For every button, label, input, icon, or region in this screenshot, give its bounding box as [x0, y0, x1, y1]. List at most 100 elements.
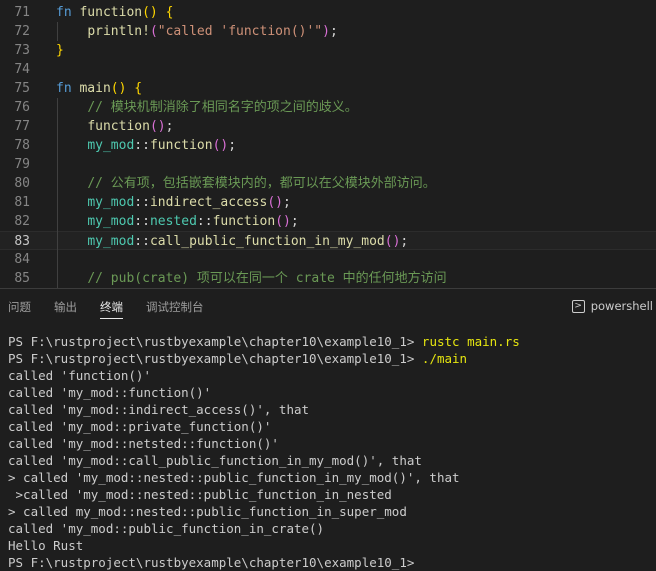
code-line[interactable]: 74: [0, 60, 656, 79]
code-token: ;: [400, 234, 409, 249]
code-line[interactable]: 80 // 公有项，包括嵌套模块内的，都可以在父模块外部访问。: [0, 174, 656, 193]
terminal-command: rustc main.rs: [421, 334, 520, 349]
tab-terminal[interactable]: 终端: [100, 299, 123, 319]
terminal-output-line: > called my_mod::nested::public_function…: [8, 504, 407, 519]
line-number: 73: [14, 43, 30, 58]
terminal-prompt: PS F:\rustproject\rustbyexample\chapter1…: [8, 334, 422, 349]
code-line[interactable]: 71 fn function() {: [0, 3, 656, 22]
terminal-output-line: called 'my_mod::call_public_function_in_…: [8, 453, 422, 468]
code-text: fn main() {: [56, 79, 142, 98]
code-token: function: [79, 5, 143, 20]
code-line[interactable]: 78 my_mod::function();: [0, 136, 656, 155]
code-token: () {: [110, 81, 143, 96]
terminal-output-line: >called 'my_mod::nested::public_function…: [8, 487, 392, 502]
line-number: 76: [14, 100, 30, 115]
line-number: 85: [14, 271, 30, 286]
panel-tabs: 问题 输出 终端 调试控制台 > powershell: [0, 289, 656, 325]
code-text: function();: [56, 117, 173, 136]
tab-problems[interactable]: 问题: [8, 299, 31, 315]
code-token: ): [322, 24, 330, 39]
code-token: function: [149, 138, 213, 153]
code-line[interactable]: 82 my_mod::nested::function();: [0, 212, 656, 231]
line-number: 74: [14, 62, 30, 77]
code-token: ;: [329, 24, 338, 39]
code-token: (): [149, 119, 166, 134]
code-token: "called 'function()'": [157, 24, 323, 39]
code-token: }: [56, 43, 64, 58]
code-token: // pub(crate) 项可以在同一个 crate 中的任何地方访问: [87, 271, 447, 286]
code-line[interactable]: 73}: [0, 41, 656, 60]
code-token: ;: [228, 138, 237, 153]
line-number: 79: [14, 157, 30, 172]
code-token: ::: [134, 195, 150, 210]
code-token: () {: [142, 5, 174, 20]
code-editor[interactable]: 71 fn function() {72 println!("called 'fu…: [0, 0, 656, 288]
code-text: my_mod::function();: [56, 136, 236, 155]
code-text: my_mod::call_public_function_in_my_mod()…: [56, 232, 408, 251]
code-token: println!: [87, 24, 150, 39]
code-text: // pub(crate) 项可以在同一个 crate 中的任何地方访问: [56, 269, 447, 288]
line-number: 80: [14, 176, 30, 191]
line-number: 81: [14, 195, 30, 210]
terminal-prompt-line: PS F:\rustproject\rustbyexample\chapter1…: [8, 350, 656, 367]
code-text: // 模块机制消除了相同名字的项之间的歧义。: [56, 98, 358, 117]
code-token: ;: [165, 119, 174, 134]
code-token: ;: [283, 195, 291, 210]
code-line[interactable]: 81 my_mod::indirect_access();: [0, 193, 656, 212]
code-line[interactable]: 84: [0, 250, 656, 269]
shell-label: powershell: [590, 299, 653, 313]
code-line[interactable]: 85 // pub(crate) 项可以在同一个 crate 中的任何地方访问: [0, 269, 656, 288]
code-line[interactable]: 77 function();: [0, 117, 656, 136]
code-token: ::: [134, 138, 150, 153]
code-token: fn: [56, 5, 80, 20]
code-token: fn: [56, 81, 80, 96]
line-number: 82: [14, 214, 30, 229]
code-text: }: [56, 41, 64, 60]
tab-debug-console[interactable]: 调试控制台: [146, 299, 204, 315]
terminal-output[interactable]: PS F:\rustproject\rustbyexample\chapter1…: [8, 333, 656, 571]
line-number: 75: [14, 81, 30, 96]
code-line[interactable]: 76 // 模块机制消除了相同名字的项之间的歧义。: [0, 98, 656, 117]
terminal-output-line: called 'my_mod::netsted::function()': [8, 436, 279, 451]
code-token: nested: [149, 214, 197, 229]
tab-output[interactable]: 输出: [54, 299, 77, 315]
terminal-prompt-line: PS F:\rustproject\rustbyexample\chapter1…: [8, 554, 656, 571]
terminal-prompt-line: PS F:\rustproject\rustbyexample\chapter1…: [8, 333, 656, 350]
code-text: println!("called 'function()'");: [56, 22, 338, 41]
terminal-prompt: PS F:\rustproject\rustbyexample\chapter1…: [8, 555, 422, 570]
terminal-icon: >: [571, 299, 585, 313]
terminal-command: ./main: [421, 351, 468, 366]
terminal-prompt: PS F:\rustproject\rustbyexample\chapter1…: [8, 351, 422, 366]
code-text: my_mod::nested::function();: [56, 212, 299, 231]
code-token: ;: [290, 214, 299, 229]
code-token: main: [79, 81, 111, 96]
bottom-panel: 问题 输出 终端 调试控制台 > powershell PS F:\rustpr…: [0, 288, 656, 570]
terminal-shell-selector[interactable]: > powershell: [571, 297, 653, 315]
code-token: (: [149, 24, 158, 39]
code-token: function: [212, 214, 276, 229]
code-token: function: [87, 119, 150, 134]
code-text: fn function() {: [56, 3, 173, 22]
terminal-output-line: called 'my_mod::function()': [8, 385, 212, 400]
code-text: my_mod::indirect_access();: [56, 193, 291, 212]
code-token: ::: [196, 214, 213, 229]
code-token: my_mod: [87, 234, 135, 249]
code-token: call_public_function_in_my_mod: [149, 234, 385, 249]
code-line[interactable]: 83 my_mod::call_public_function_in_my_mo…: [0, 231, 656, 250]
code-line[interactable]: 79: [0, 155, 656, 174]
terminal-output-line: called 'my_mod::public_function_in_crate…: [8, 521, 325, 536]
code-line[interactable]: 72 println!("called 'function()'");: [0, 22, 656, 41]
indent-guide: [57, 98, 58, 288]
code-token: // 模块机制消除了相同名字的项之间的歧义。: [87, 100, 358, 115]
terminal-output-line: Hello Rust: [8, 538, 84, 553]
code-token: my_mod: [87, 214, 135, 229]
line-number: 78: [14, 138, 30, 153]
terminal-output-line: called 'function()': [8, 368, 151, 383]
code-line[interactable]: 75 fn main() {: [0, 79, 656, 98]
